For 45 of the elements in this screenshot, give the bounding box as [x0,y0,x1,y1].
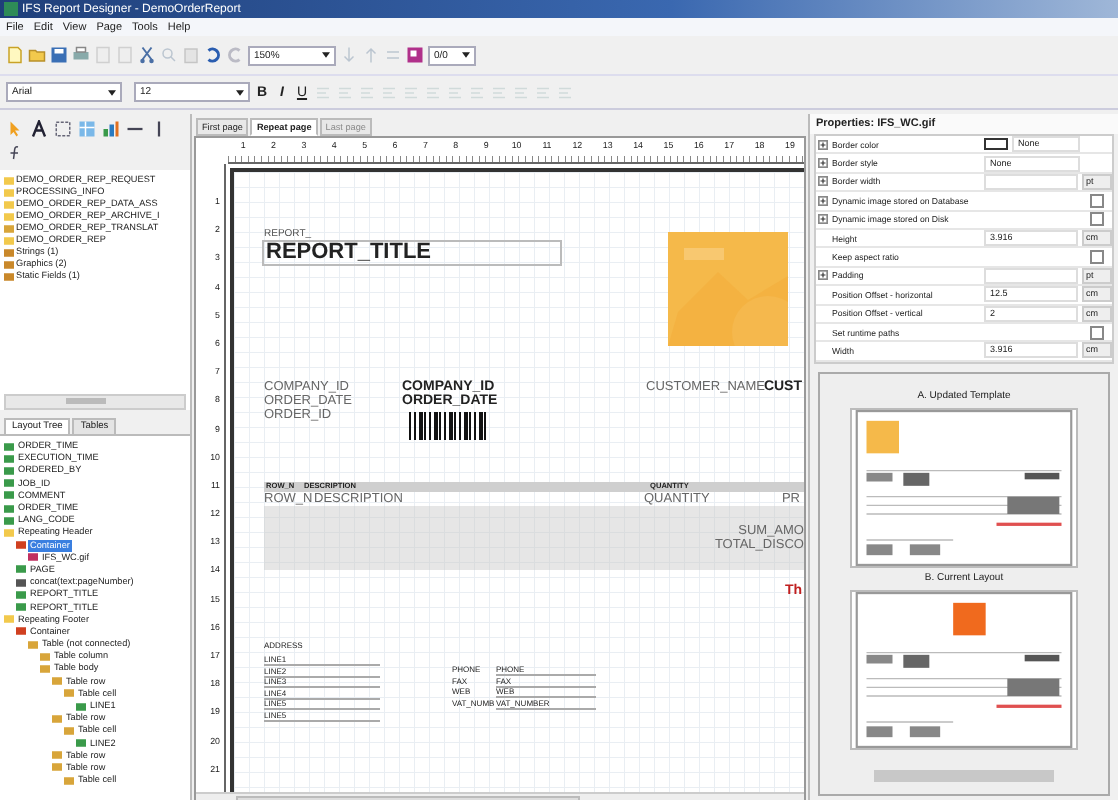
caret-icon [462,52,470,58]
arrow-up-icon[interactable] [362,46,380,64]
save-icon[interactable] [50,46,68,64]
checkbox[interactable] [1090,325,1104,340]
align-icon[interactable] [512,83,530,101]
align-icon[interactable] [358,83,376,101]
expand-icon[interactable] [818,158,828,169]
align-icon[interactable] [314,83,332,101]
checkbox[interactable] [1090,212,1104,227]
color-swatch[interactable] [984,138,1008,151]
align-icon[interactable] [534,83,552,101]
align-icon[interactable] [336,83,354,101]
align-icon[interactable] [402,83,420,101]
barcode[interactable] [404,412,488,440]
expand-icon[interactable] [818,139,828,150]
checkbox[interactable] [1090,193,1104,208]
report-title-field[interactable]: REPORT_TITLE [262,240,562,266]
caret-icon [322,52,330,58]
pointer-icon[interactable] [6,120,24,138]
property-value[interactable] [984,173,1078,190]
open-folder-icon[interactable] [28,46,46,64]
align-icon[interactable] [556,83,574,101]
align-icon[interactable] [446,83,464,101]
expand-icon[interactable] [818,195,828,206]
align-icon[interactable] [468,83,486,101]
app-icon [4,2,18,16]
frame-icon[interactable] [54,120,72,138]
text-tool-icon[interactable] [30,120,48,138]
expand-icon[interactable] [818,214,828,225]
print-icon[interactable] [72,46,90,64]
caret-icon [236,89,244,95]
checkbox[interactable] [1090,250,1104,265]
chart-icon[interactable] [102,120,120,138]
undo-icon[interactable] [204,46,222,64]
property-value[interactable] [984,267,1078,284]
scrollbar[interactable] [4,394,186,410]
cut-icon[interactable] [138,46,156,64]
new-file-icon[interactable] [6,46,24,64]
align-icon[interactable] [490,83,508,101]
caret-icon [108,89,116,95]
expand-icon[interactable] [818,270,828,281]
arrow-down-icon[interactable] [340,46,358,64]
align-icon[interactable] [424,83,442,101]
align-icon[interactable] [380,83,398,101]
expand-icon[interactable] [818,176,828,187]
